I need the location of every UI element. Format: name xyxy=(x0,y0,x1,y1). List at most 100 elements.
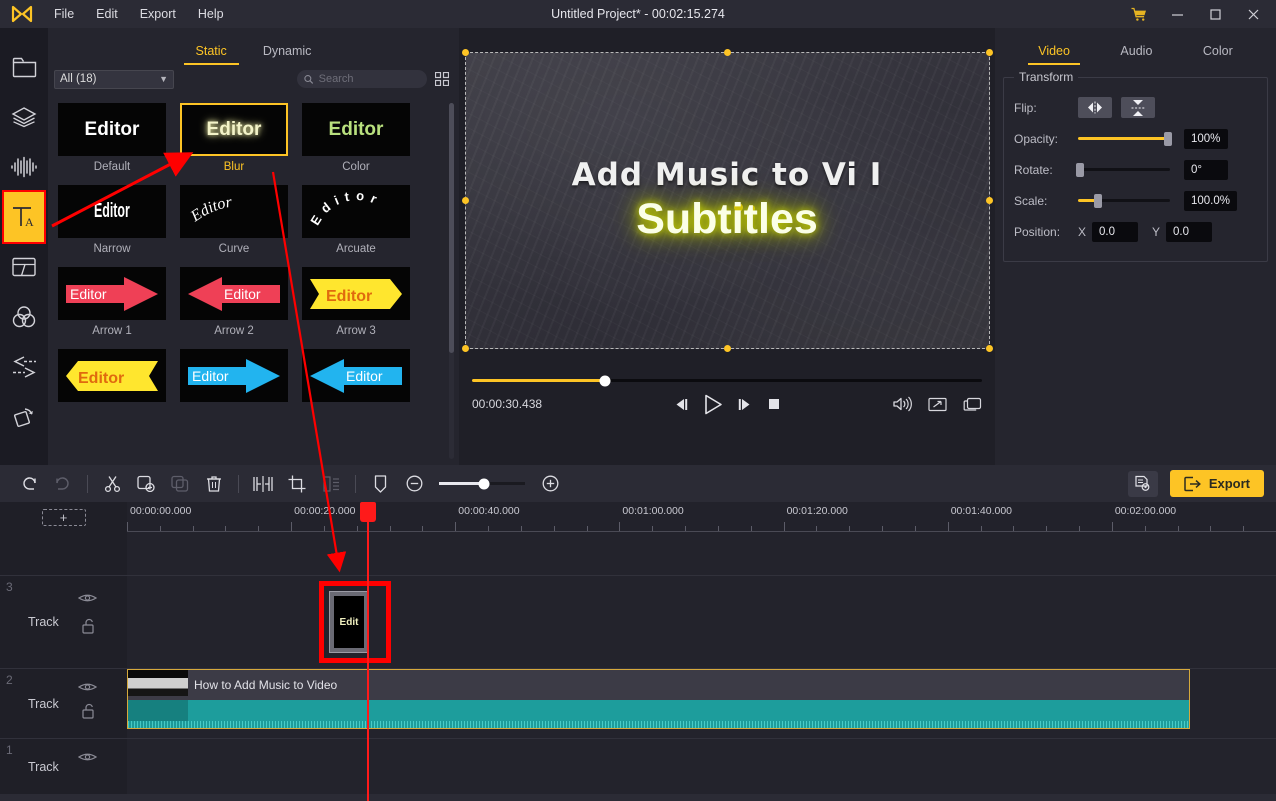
scrubber-knob[interactable] xyxy=(599,375,611,386)
export-button[interactable]: Export xyxy=(1169,470,1264,497)
preset-label: Default xyxy=(93,161,131,173)
category-select[interactable]: All (18) ▼ xyxy=(54,69,174,89)
eye-icon[interactable] xyxy=(77,751,98,766)
scale-slider[interactable] xyxy=(1078,193,1170,208)
render-preview-icon[interactable] xyxy=(1127,470,1158,497)
maximize-icon[interactable] xyxy=(1196,0,1234,28)
resize-handle-tc[interactable] xyxy=(723,49,731,56)
flip-horizontal-icon[interactable] xyxy=(1078,97,1112,118)
zoom-out-icon[interactable] xyxy=(397,471,431,497)
marker-icon[interactable] xyxy=(363,471,397,497)
preview-title-line1: Add Music to Vi I xyxy=(571,157,883,193)
resize-handle-bl[interactable] xyxy=(461,345,469,352)
eye-icon[interactable] xyxy=(77,681,98,696)
sidebar-item-color-filters[interactable] xyxy=(4,292,44,342)
cart-icon[interactable] xyxy=(1120,0,1158,28)
preset-item-color[interactable]: Editor Color xyxy=(302,103,424,173)
unlock-icon[interactable] xyxy=(81,618,97,637)
mirror-icon[interactable] xyxy=(246,471,280,497)
redo-icon[interactable] xyxy=(46,471,80,497)
preset-sample-text: Editor xyxy=(328,118,384,140)
preset-scrollbar-thumb[interactable] xyxy=(449,103,454,353)
unlock-icon[interactable] xyxy=(81,703,97,722)
resize-handle-bc[interactable] xyxy=(723,345,731,352)
undo-icon[interactable] xyxy=(12,471,46,497)
preset-item-blur[interactable]: Editor Blur xyxy=(180,103,302,173)
sidebar-item-audio[interactable] xyxy=(4,142,44,192)
close-icon[interactable] xyxy=(1234,0,1272,28)
menu-edit[interactable]: Edit xyxy=(86,3,128,25)
grid-view-icon[interactable] xyxy=(433,70,451,88)
preset-item-arrow-6[interactable]: Editor xyxy=(302,349,424,407)
track-spacer-body[interactable] xyxy=(127,532,1276,575)
resize-handle-br[interactable] xyxy=(985,345,993,352)
resize-handle-tr[interactable] xyxy=(985,49,993,56)
preset-label: Color xyxy=(342,161,370,173)
sidebar-item-text[interactable]: A xyxy=(2,190,46,244)
fullscreen-icon[interactable] xyxy=(928,397,947,412)
rotate-value[interactable]: 0° xyxy=(1184,159,1228,180)
tab-static[interactable]: Static xyxy=(183,44,240,65)
volume-icon[interactable] xyxy=(892,396,912,412)
sidebar-item-media[interactable] xyxy=(4,42,44,92)
preview-scrubber[interactable] xyxy=(472,375,982,386)
eye-icon[interactable] xyxy=(77,592,98,607)
position-x-value[interactable]: 0.0 xyxy=(1092,221,1139,242)
scale-value[interactable]: 100.0% xyxy=(1184,190,1238,211)
split-icon[interactable] xyxy=(95,471,129,497)
play-icon[interactable] xyxy=(703,394,723,415)
menu-file[interactable]: File xyxy=(44,3,84,25)
align-icon[interactable] xyxy=(314,471,348,497)
menu-help[interactable]: Help xyxy=(188,3,234,25)
search-input[interactable] xyxy=(318,73,420,85)
tab-color[interactable]: Color xyxy=(1203,44,1233,65)
search-box[interactable] xyxy=(297,70,427,88)
menu-export[interactable]: Export xyxy=(130,3,186,25)
next-frame-icon[interactable] xyxy=(737,397,753,412)
delete-icon[interactable] xyxy=(197,471,231,497)
tab-dynamic[interactable]: Dynamic xyxy=(263,44,312,65)
minimize-icon[interactable] xyxy=(1158,0,1196,28)
preset-item-arrow-2[interactable]: Editor Arrow 2 xyxy=(180,267,302,337)
preset-item-arcuate[interactable]: Editor Arcuate xyxy=(302,185,424,255)
flip-vertical-icon[interactable] xyxy=(1121,97,1155,118)
resize-handle-tl[interactable] xyxy=(461,49,469,56)
preset-item-arrow-1[interactable]: Editor Arrow 1 xyxy=(58,267,180,337)
video-clip[interactable]: How to Add Music to Video xyxy=(127,669,1190,729)
timeline-ruler[interactable]: 00:00:00.000 00:00:20.000 00:00:40.000 00:0… xyxy=(127,502,1276,532)
snapshot-icon[interactable] xyxy=(963,397,982,412)
preset-item-narrow[interactable]: Editor Narrow xyxy=(58,185,180,255)
resize-handle-mr[interactable] xyxy=(985,197,993,204)
opacity-value[interactable]: 100% xyxy=(1184,128,1228,149)
track-body-2[interactable]: How to Add Music to Video xyxy=(127,669,1276,738)
sidebar-item-layers[interactable] xyxy=(4,92,44,142)
resize-handle-ml[interactable] xyxy=(461,197,469,204)
sidebar-item-motion[interactable] xyxy=(4,392,44,442)
preset-item-arrow-3[interactable]: Editor Arrow 3 xyxy=(302,267,424,337)
playhead-knob[interactable] xyxy=(360,502,376,522)
preset-item-arrow-4[interactable]: Editor xyxy=(58,349,180,407)
rotate-slider[interactable] xyxy=(1075,162,1170,177)
add-track-button[interactable]: + xyxy=(41,508,86,526)
zoom-in-icon[interactable] xyxy=(533,471,567,497)
tab-audio[interactable]: Audio xyxy=(1120,44,1152,65)
sidebar-item-transitions[interactable] xyxy=(4,342,44,392)
stop-icon[interactable] xyxy=(767,397,781,411)
add-marker-icon[interactable] xyxy=(129,471,163,497)
sidebar-item-split-screen[interactable] xyxy=(4,242,44,292)
preset-label: Blur xyxy=(223,161,245,173)
previous-frame-icon[interactable] xyxy=(673,397,689,412)
tab-video[interactable]: Video xyxy=(1028,44,1080,65)
timeline-zoom-slider[interactable] xyxy=(439,478,525,489)
preset-item-default[interactable]: Editor Default xyxy=(58,103,180,173)
opacity-slider[interactable] xyxy=(1078,131,1173,146)
video-canvas[interactable]: Add Music to Vi I Subtitles xyxy=(461,49,993,352)
track-body-3[interactable]: Edit xyxy=(127,576,1276,668)
playhead[interactable] xyxy=(360,502,376,801)
copy-icon[interactable] xyxy=(163,471,197,497)
track-body-1[interactable] xyxy=(127,739,1276,800)
preset-item-arrow-5[interactable]: Editor xyxy=(180,349,302,407)
position-y-value[interactable]: 0.0 xyxy=(1166,221,1213,242)
preset-item-curve[interactable]: Editor Curve xyxy=(180,185,302,255)
crop-icon[interactable] xyxy=(280,471,314,497)
